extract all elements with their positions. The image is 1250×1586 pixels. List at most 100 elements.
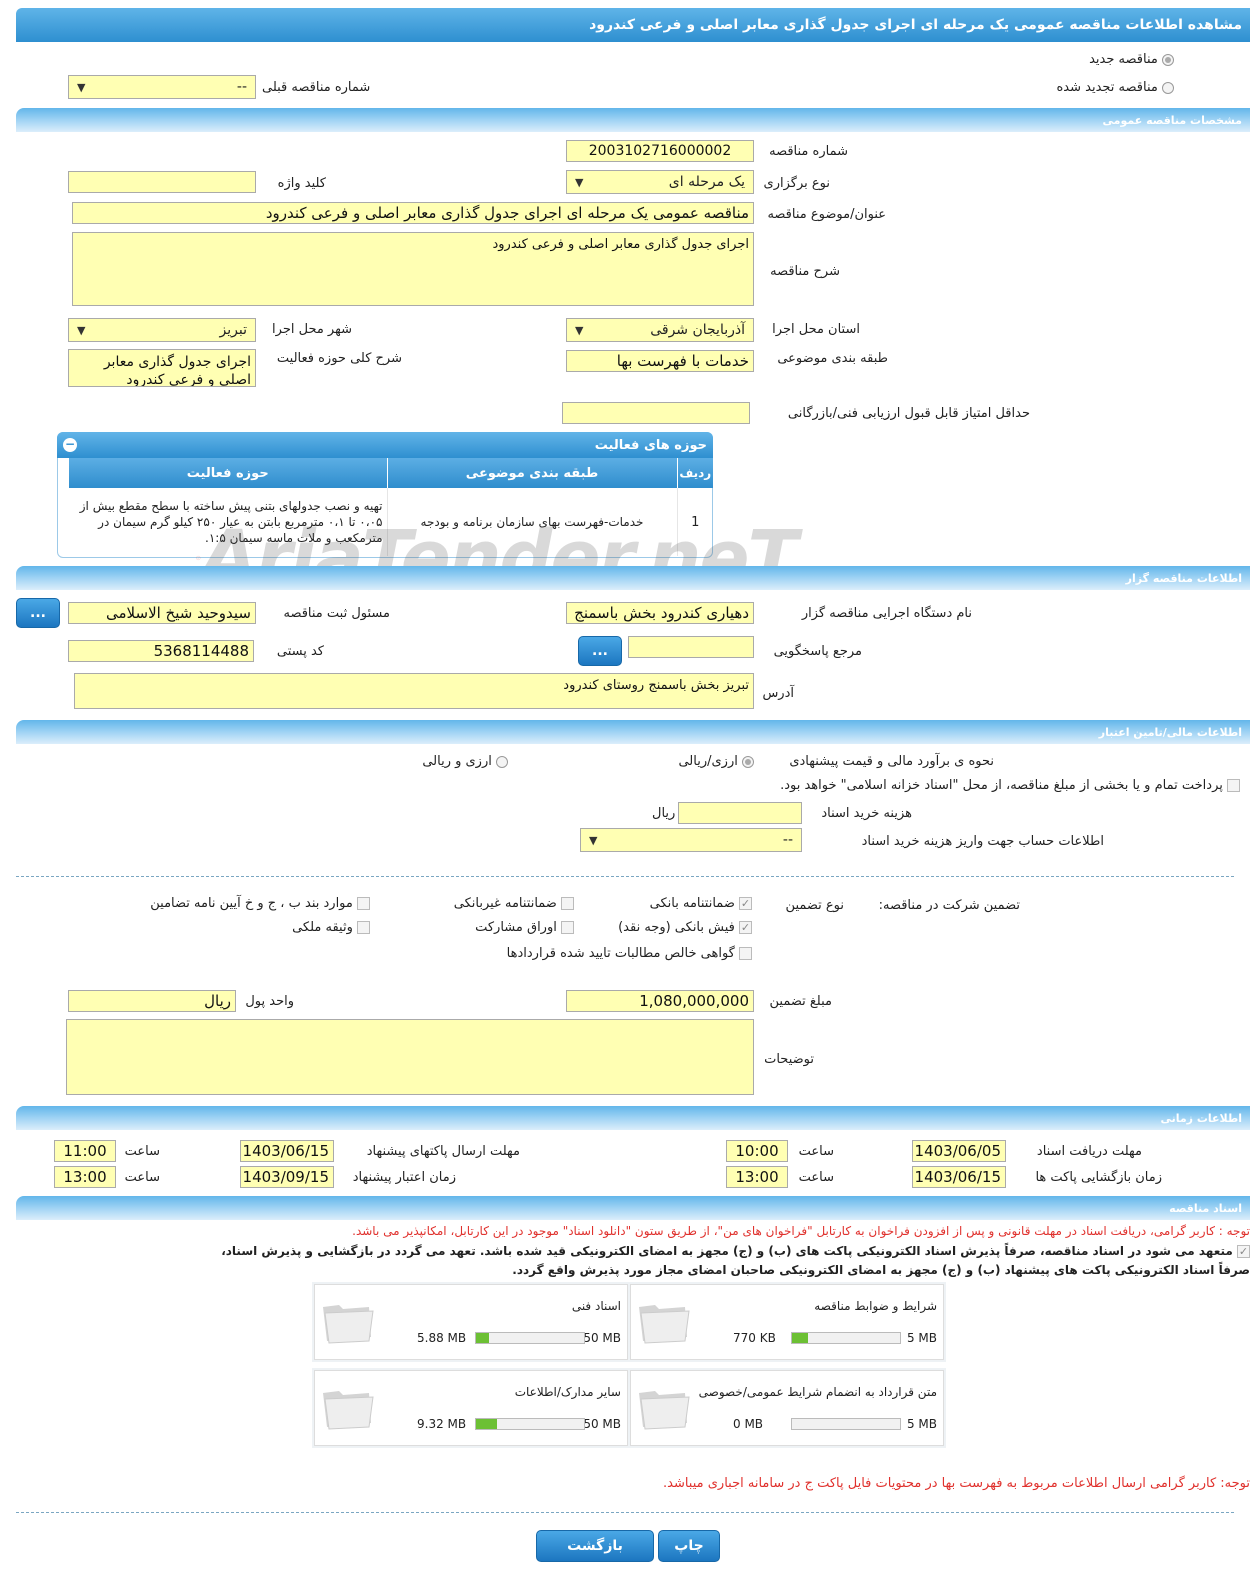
file-tender-terms[interactable]: شرایط و ضوابط مناقصه 5 MB 770 KB (630, 1284, 944, 1360)
chevron-down-icon: ▼ (575, 323, 584, 337)
responsible-label: مسئول ثبت مناقصه (283, 606, 390, 621)
notes-field[interactable] (66, 1019, 754, 1095)
holding-type-label: نوع برگزاری (763, 176, 830, 191)
province-label: استان محل اجرا (772, 322, 860, 337)
account-select[interactable]: -- ▼ (580, 828, 802, 852)
estimate-label: نحوه ی برآورد مالی و قیمت پیشنهادی (789, 754, 994, 769)
opening-time-label: ساعت (798, 1170, 834, 1185)
folder-icon (639, 1391, 690, 1430)
checkbox-icon (739, 947, 752, 960)
send-date-field[interactable]: 1403/06/15 (240, 1140, 334, 1162)
radio-renewed-tender[interactable]: مناقصه تجدید شده (1056, 80, 1174, 95)
validity-time-field[interactable]: 13:00 (54, 1166, 116, 1188)
radio-new-tender[interactable]: مناقصه جدید (1089, 52, 1174, 67)
postal-label: کد پستی (276, 644, 324, 659)
activities-header: حوزه های فعالیت − (57, 432, 713, 458)
checkbox-icon: ✓ (739, 897, 752, 910)
divider (16, 876, 1234, 877)
section-timing: اطلاعات زمانی (16, 1106, 1250, 1130)
checkbox-icon: ✓ (1237, 1245, 1250, 1258)
send-time-label: ساعت (124, 1144, 160, 1159)
category-field[interactable]: خدمات با فهرست بها (566, 350, 754, 372)
reference-more-button[interactable]: ... (578, 636, 622, 666)
checkbox-icon (1227, 779, 1240, 792)
collapse-icon[interactable]: − (63, 438, 77, 452)
keyword-label: کلید واژه (277, 176, 326, 191)
responsible-more-button[interactable]: ... (16, 598, 60, 628)
city-select[interactable]: تبریز ▼ (68, 318, 256, 342)
doc-cost-label: هزینه خرید اسناد (821, 806, 912, 821)
activity-desc-label: شرح کلی حوزه فعالیت (276, 351, 402, 366)
guarantee-option[interactable]: وثیقه ملکی (292, 920, 370, 935)
upload-progress (791, 1332, 901, 1344)
print-button[interactable]: چاپ (658, 1530, 720, 1562)
send-time-field[interactable]: 11:00 (54, 1140, 116, 1162)
min-score-field[interactable] (562, 402, 750, 424)
radio-rial[interactable]: ارزی/ریالی (678, 754, 754, 769)
commitment-checkbox[interactable]: ✓ متعهد می شود در اسناد مناقصه، صرفاً پذ… (221, 1244, 1250, 1258)
radio-icon (1162, 53, 1174, 66)
guarantee-option[interactable]: ضمانتنامه غیربانکی (454, 896, 574, 911)
divider (16, 1512, 1234, 1513)
account-label: اطلاعات حساب جهت واریز هزینه خرید اسناد (861, 834, 1104, 849)
address-field[interactable]: تبریز بخش باسمنج روستای کندرود (74, 673, 754, 709)
guarantee-option[interactable]: ✓ فیش بانکی (وجه نقد) (618, 920, 752, 935)
keyword-field[interactable] (68, 171, 256, 193)
file-other-docs[interactable]: سایر مدارک/اطلاعات 50 MB 9.32 MB (314, 1370, 628, 1446)
opening-date-field[interactable]: 1403/06/15 (912, 1166, 1006, 1188)
section-general: مشخصات مناقصه عمومی (16, 108, 1250, 132)
radio-icon (496, 755, 508, 768)
receive-deadline-label: مهلت دریافت اسناد (1036, 1144, 1142, 1159)
file-contract[interactable]: متن قرارداد به انضمام شرایط عمومی/خصوصی … (630, 1370, 944, 1446)
description-field[interactable]: اجرای جدول گذاری معابر اصلی و فرعی کندرو… (72, 232, 754, 306)
col-category: طبقه بندی موضوعی (386, 458, 677, 488)
currency-label: واحد پول (245, 994, 294, 1009)
guarantee-option[interactable]: موارد بند ب ، ج و خ آیین نامه تضامین (150, 896, 370, 911)
previous-number-select[interactable]: -- ▼ (68, 75, 256, 99)
activity-desc-field[interactable]: اجرای جدول گذاری معابر اصلی و فرعی کندرو… (68, 349, 256, 387)
checkbox-icon (561, 897, 574, 910)
validity-date-field[interactable]: 1403/09/15 (240, 1166, 334, 1188)
checkbox-icon (561, 921, 574, 934)
checkbox-icon (357, 921, 370, 934)
doc-cost-unit: ریال (652, 806, 676, 821)
folder-icon (323, 1391, 374, 1430)
receive-time-field[interactable]: 10:00 (726, 1140, 788, 1162)
category-label: طبقه بندی موضوعی (777, 351, 888, 366)
section-organizer: اطلاعات مناقصه گزار (16, 566, 1250, 590)
radio-icon (742, 755, 754, 768)
previous-number-label: شماره مناقصه قبلی (262, 80, 371, 95)
folder-icon (639, 1305, 690, 1344)
upload-progress (475, 1418, 585, 1430)
responsible-field[interactable]: سیدوحید شیخ الاسلامی (68, 602, 256, 624)
reference-field[interactable] (628, 636, 754, 658)
agency-label: نام دستگاه اجرایی مناقصه گزار (801, 606, 972, 621)
validity-time-label: ساعت (124, 1170, 160, 1185)
validity-label: زمان اعتبار پیشنهاد (352, 1170, 456, 1185)
checkbox-icon: ✓ (739, 921, 752, 934)
back-button[interactable]: بازگشت (536, 1530, 654, 1562)
guarantee-type-label: نوع تضمین (785, 898, 844, 913)
page-title: مشاهده اطلاعات مناقصه عمومی یک مرحله ای … (589, 17, 1242, 33)
province-select[interactable]: آذربایجان شرقی ▼ (566, 318, 754, 342)
receive-time-label: ساعت (798, 1144, 834, 1159)
holding-type-select[interactable]: یک مرحله ای ▼ (566, 170, 754, 194)
agency-field[interactable]: دهیاری کندرود بخش باسمنج (566, 602, 754, 624)
receive-date-field[interactable]: 1403/06/05 (912, 1140, 1006, 1162)
subject-field[interactable]: مناقصه عمومی یک مرحله ای اجرای جدول گذار… (72, 202, 754, 224)
opening-label: زمان بازگشایی پاکت ها (1035, 1170, 1162, 1185)
treasury-checkbox[interactable]: پرداخت تمام و یا بخشی از مبلغ مناقصه، از… (780, 778, 1240, 793)
currency-field[interactable]: ریال (68, 990, 236, 1012)
doc-cost-field[interactable] (678, 802, 802, 824)
tender-number-field[interactable]: 2003102716000002 (566, 140, 754, 162)
reference-label: مرجع پاسخگویی (773, 644, 862, 659)
postal-field[interactable]: 5368114488 (68, 640, 254, 662)
radio-currency-rial[interactable]: ارزی و ریالی (422, 754, 508, 769)
guarantee-option[interactable]: اوراق مشارکت (475, 920, 574, 935)
guarantee-option[interactable]: ✓ ضمانتنامه بانکی (650, 896, 752, 911)
file-technical-docs[interactable]: اسناد فنی 50 MB 5.88 MB (314, 1284, 628, 1360)
guarantee-amount-field[interactable]: 1,080,000,000 (566, 990, 754, 1012)
guarantee-option[interactable]: گواهی خالص مطالبات تایید شده قراردادها (507, 946, 752, 961)
opening-time-field[interactable]: 13:00 (726, 1166, 788, 1188)
chevron-down-icon: ▼ (77, 80, 86, 94)
